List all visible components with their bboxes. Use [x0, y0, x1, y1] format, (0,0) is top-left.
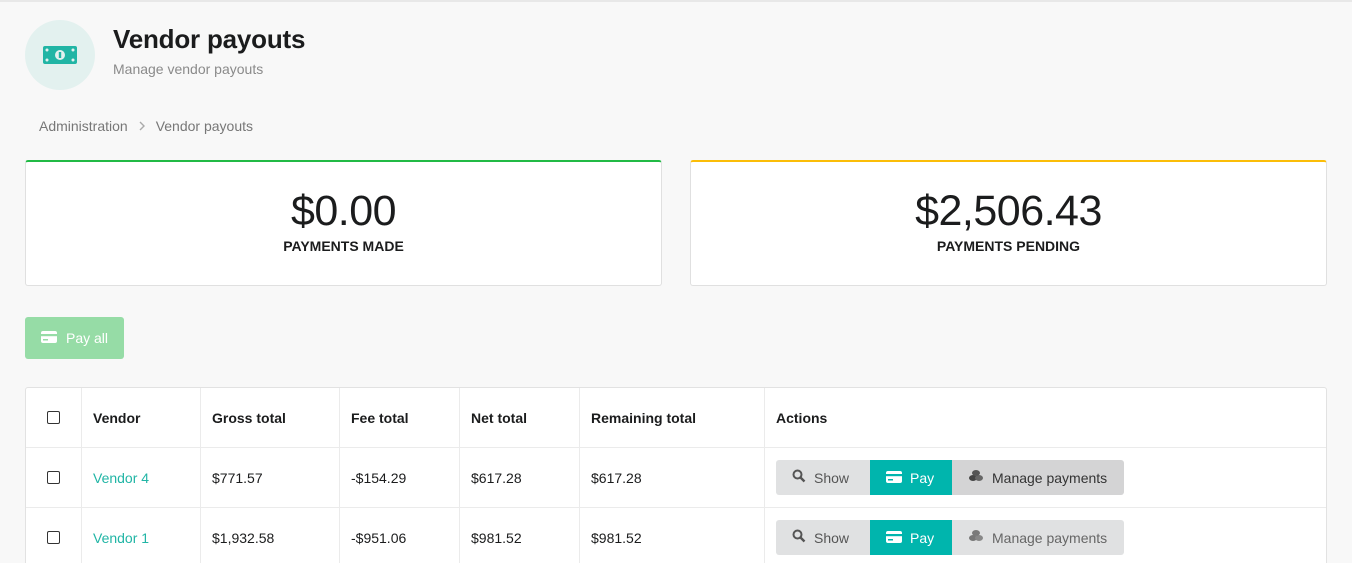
row-actions: Show Pay Manage payments	[776, 460, 1124, 495]
show-label: Show	[814, 529, 850, 546]
show-button[interactable]: Show	[776, 460, 870, 495]
breadcrumb: Administration Vendor payouts	[39, 118, 253, 134]
column-header-net-total[interactable]: Net total	[460, 388, 580, 447]
search-icon	[792, 529, 806, 546]
pay-all-button[interactable]: Pay all	[25, 317, 124, 359]
page-title: Vendor payouts	[113, 23, 306, 54]
credit-card-icon	[886, 470, 902, 486]
row-actions: Show Pay Manage payments	[776, 520, 1124, 555]
pay-label: Pay	[910, 469, 935, 486]
credit-card-icon	[886, 530, 902, 546]
pay-all-label: Pay all	[65, 330, 109, 346]
page-subtitle: Manage vendor payouts	[113, 60, 264, 77]
vendor-link[interactable]: Vendor 1	[93, 530, 149, 546]
row-checkbox[interactable]	[47, 531, 60, 544]
column-header-remaining-total[interactable]: Remaining total	[580, 388, 765, 447]
manage-payments-button[interactable]: Manage payments	[952, 460, 1124, 495]
credit-card-icon	[40, 330, 57, 346]
money-bill-icon	[25, 20, 95, 90]
show-button[interactable]: Show	[776, 520, 870, 555]
payments-pending-label: PAYMENTS PENDING	[936, 238, 1081, 254]
fee-total-cell: -$154.29	[340, 448, 460, 507]
payments-made-card: $0.00 PAYMENTS MADE	[25, 160, 662, 286]
pay-label: Pay	[910, 529, 935, 546]
page-header: Vendor payouts Manage vendor payouts	[25, 20, 305, 90]
table-row: Vendor 4 $771.57 -$154.29 $617.28 $617.2…	[26, 448, 1326, 508]
breadcrumb-item-vendor-payouts: Vendor payouts	[155, 118, 253, 134]
coins-icon	[968, 469, 984, 486]
pay-button[interactable]: Pay	[870, 520, 952, 555]
select-all-checkbox[interactable]	[47, 411, 60, 424]
gross-total-cell: $771.57	[201, 448, 340, 507]
row-checkbox[interactable]	[47, 471, 60, 484]
breadcrumb-item-administration[interactable]: Administration	[39, 118, 128, 134]
remaining-total-cell: $617.28	[580, 448, 765, 507]
column-header-gross-total[interactable]: Gross total	[201, 388, 340, 447]
payments-pending-card: $2,506.43 PAYMENTS PENDING	[690, 160, 1327, 286]
vendor-payouts-table: Vendor Gross total Fee total Net total R…	[25, 387, 1327, 563]
manage-payments-button[interactable]: Manage payments	[952, 520, 1124, 555]
pay-button[interactable]: Pay	[870, 460, 952, 495]
net-total-cell: $981.52	[460, 508, 580, 563]
payments-pending-value: $2,506.43	[915, 187, 1102, 235]
manage-payments-label: Manage payments	[992, 529, 1108, 546]
show-label: Show	[814, 469, 850, 486]
gross-total-cell: $1,932.58	[201, 508, 340, 563]
column-header-fee-total[interactable]: Fee total	[340, 388, 460, 447]
net-total-cell: $617.28	[460, 448, 580, 507]
column-header-actions: Actions	[776, 409, 828, 426]
chevron-right-icon	[138, 121, 146, 131]
manage-payments-label: Manage payments	[992, 469, 1108, 486]
coins-icon	[968, 529, 984, 546]
vendor-link[interactable]: Vendor 4	[93, 470, 149, 486]
table-row: Vendor 1 $1,932.58 -$951.06 $981.52 $981…	[26, 508, 1326, 563]
payments-made-label: PAYMENTS MADE	[283, 238, 404, 254]
payments-made-value: $0.00	[290, 187, 397, 235]
table-header-row: Vendor Gross total Fee total Net total R…	[26, 388, 1326, 448]
column-header-vendor[interactable]: Vendor	[82, 388, 201, 447]
search-icon	[792, 469, 806, 486]
fee-total-cell: -$951.06	[340, 508, 460, 563]
remaining-total-cell: $981.52	[580, 508, 765, 563]
